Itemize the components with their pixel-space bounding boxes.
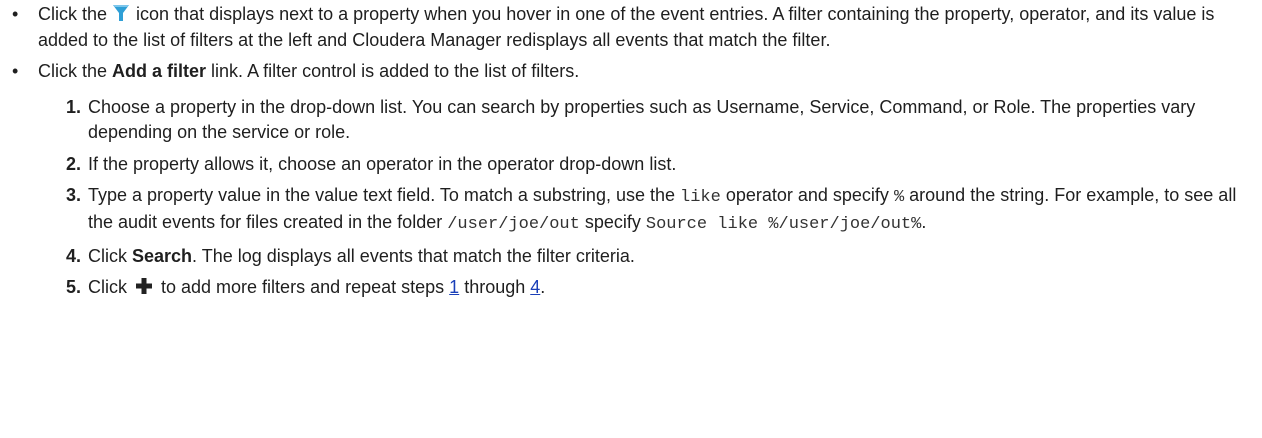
step-text: through (459, 277, 531, 298)
steps-list: 1. Choose a property in the drop-down li… (38, 95, 1244, 301)
step-number: 5. (66, 277, 82, 298)
bullet-list: • Click the icon that displays next to a… (0, 2, 1244, 301)
step-text: operator and specify (720, 185, 894, 206)
bullet-symbol: • (12, 4, 19, 24)
code-like: like (680, 188, 721, 208)
step-item-1: 1. Choose a property in the drop-down li… (38, 95, 1244, 146)
step-text: Click (88, 277, 132, 298)
bullet-text: Click the (38, 4, 113, 24)
add-a-filter-label: Add a filter (112, 61, 207, 82)
step-text: . (540, 277, 546, 298)
step-item-5: 5. Click to add more filters and repeat … (38, 275, 1244, 301)
code-percent: % (893, 188, 905, 208)
document-body: • Click the icon that displays next to a… (0, 0, 1262, 438)
filter-funnel-icon[interactable] (113, 4, 130, 22)
step-text: Type a property value in the value text … (88, 185, 681, 206)
step-item-3: 3. Type a property value in the value te… (38, 183, 1244, 237)
bullet-text: icon that displays next to a property wh… (38, 4, 1215, 50)
plus-icon[interactable] (135, 277, 153, 295)
bullet-item-filter-icon: • Click the icon that displays next to a… (0, 2, 1244, 53)
step-text: . The log displays all events that match… (192, 245, 635, 266)
step-text: . (921, 212, 927, 233)
search-label: Search (132, 245, 193, 266)
bullet-text: Click the (38, 61, 113, 82)
step-text: Choose a property in the drop-down list.… (88, 96, 1196, 143)
step-text: If the property allows it, choose an ope… (88, 153, 677, 174)
step-item-2: 2. If the property allows it, choose an … (38, 152, 1244, 178)
code-folder-path: /user/joe/out (447, 215, 580, 235)
step-4-link[interactable]: 4 (530, 277, 540, 297)
step-number: 3. (66, 185, 82, 206)
step-1-link[interactable]: 1 (449, 277, 459, 297)
step-text: to add more filters and repeat steps (156, 277, 450, 298)
step-number: 4. (66, 245, 82, 266)
step-text: Click (88, 245, 132, 266)
step-text: specify (579, 212, 646, 233)
bullet-text: link. A filter control is added to the l… (206, 61, 580, 82)
code-example-filter: Source like %/user/joe/out% (645, 215, 922, 235)
step-number: 1. (66, 96, 82, 117)
step-item-4: 4. Click Search. The log displays all ev… (38, 244, 1244, 270)
step-number: 2. (66, 153, 82, 174)
bullet-item-add-filter: • Click the Add a filter link. A filter … (0, 59, 1244, 301)
bullet-symbol: • (12, 61, 19, 82)
